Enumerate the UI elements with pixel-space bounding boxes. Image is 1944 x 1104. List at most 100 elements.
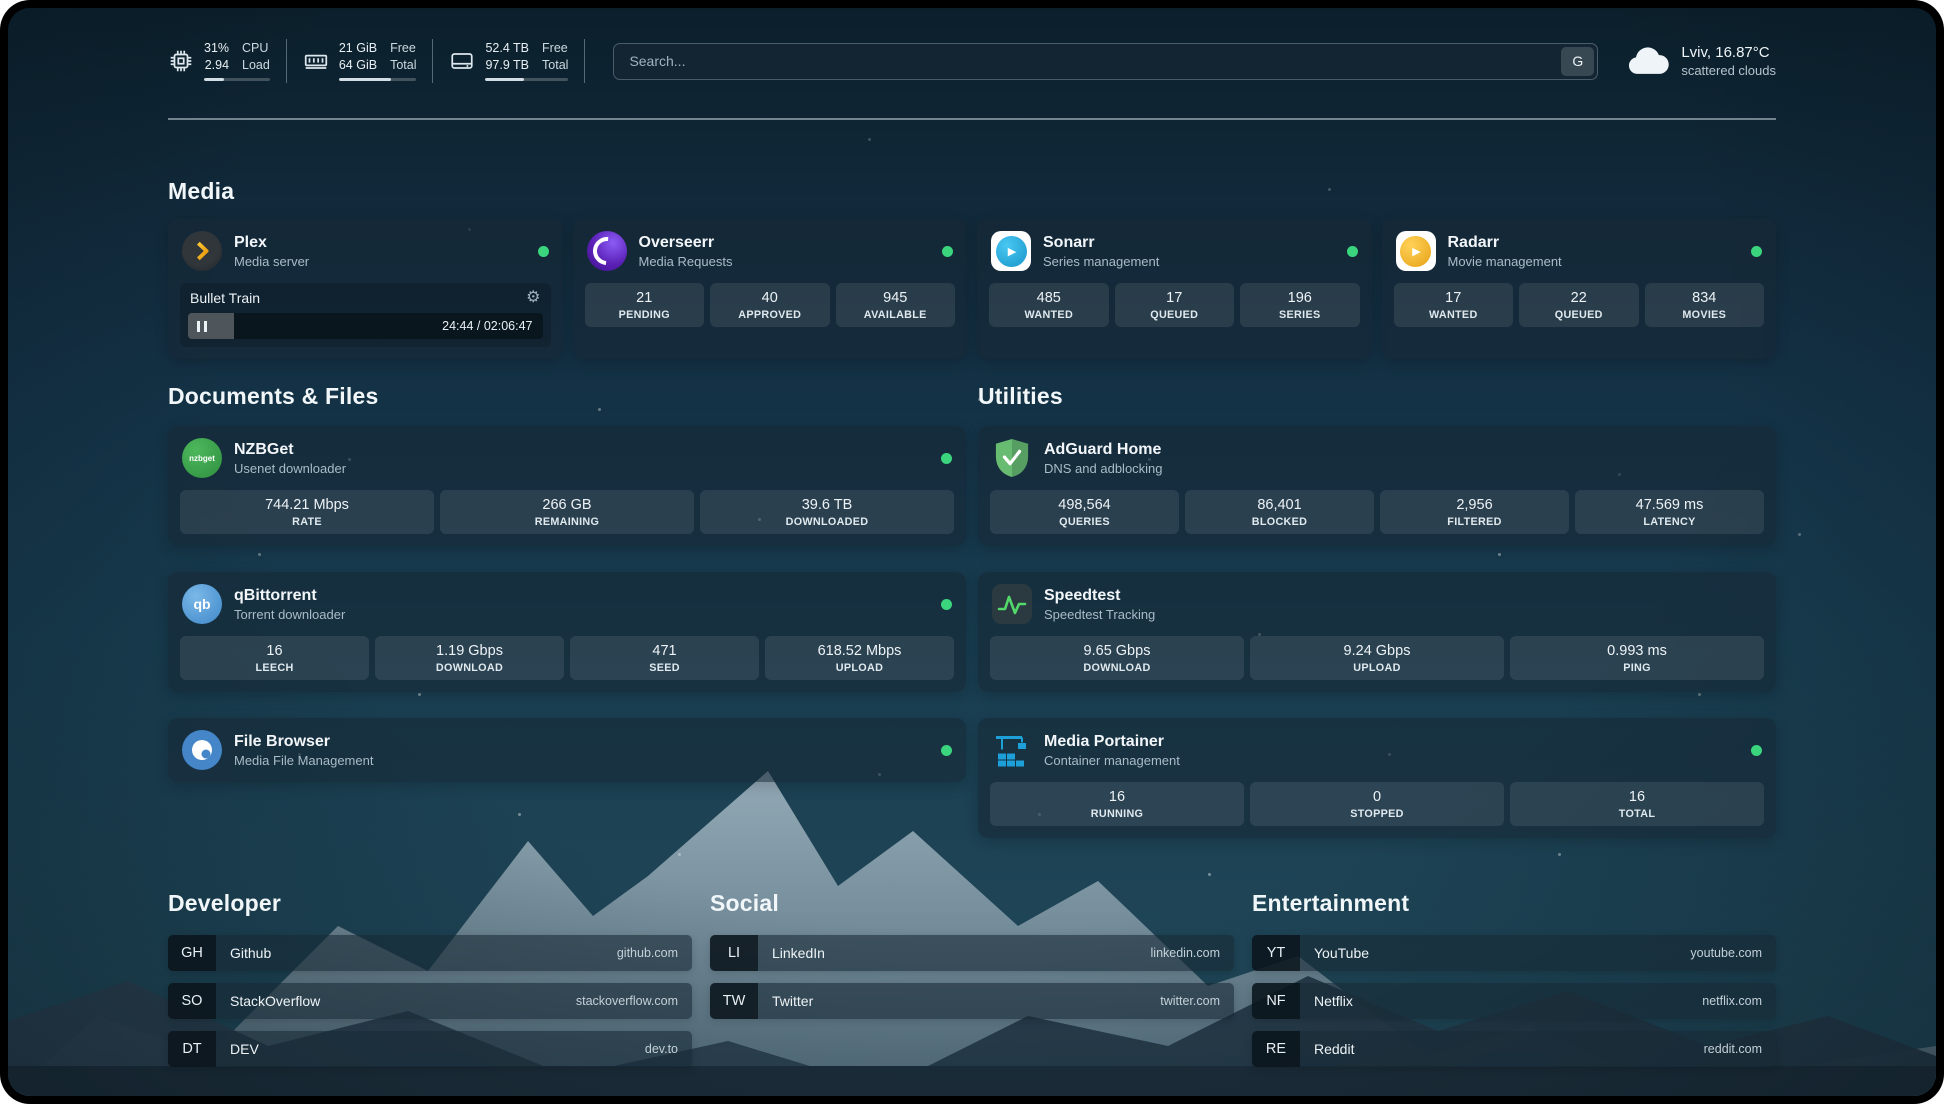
status-dot	[941, 745, 952, 756]
bookmark-url: github.com	[617, 946, 692, 960]
bookmark-linkedin[interactable]: LI LinkedIn linkedin.com	[710, 935, 1234, 971]
service-subtitle: DNS and adblocking	[1044, 461, 1163, 476]
middle-columns: Documents & Files nzbget NZBGet Usenet d…	[168, 383, 1776, 838]
bookmark-abbr: RE	[1252, 1031, 1300, 1067]
service-stats: 21PENDING 40APPROVED 945AVAILABLE	[573, 283, 968, 339]
cpu-percent: 31%	[204, 41, 229, 57]
service-card-adguard[interactable]: AdGuard Home DNS and adblocking 498,564Q…	[978, 426, 1776, 546]
service-card-qbittorrent[interactable]: qb qBittorrent Torrent downloader 16LEEC…	[168, 572, 966, 692]
memory-total-value: 64 GiB	[339, 58, 377, 74]
section-title-documents: Documents & Files	[168, 383, 966, 410]
bookmark-url: dev.to	[645, 1042, 692, 1056]
bookmark-twitter[interactable]: TW Twitter twitter.com	[710, 983, 1234, 1019]
bookmark-reddit[interactable]: RE Reddit reddit.com	[1252, 1031, 1776, 1067]
plex-now-playing: Bullet Train ⚙ 24:44 / 02:06:47	[180, 283, 551, 347]
service-card-overseerr[interactable]: Overseerr Media Requests 21PENDING 40APP…	[573, 219, 968, 359]
service-name: Radarr	[1448, 234, 1562, 252]
search-bar: G	[613, 43, 1598, 80]
service-stats: 16LEECH 1.19 GbpsDOWNLOAD 471SEED 618.52…	[168, 636, 966, 692]
section-title-social: Social	[710, 890, 1234, 917]
disk-total-label: Total	[542, 58, 568, 74]
memory-total-label: Total	[390, 58, 416, 74]
playback-progress-bar[interactable]: 24:44 / 02:06:47	[188, 313, 543, 339]
weather-widget[interactable]: Lviv, 16.87°C scattered clouds	[1625, 44, 1776, 78]
stat-box: 471SEED	[570, 636, 759, 680]
stat-box: 16LEECH	[180, 636, 369, 680]
stat-box: 17QUEUED	[1115, 283, 1235, 327]
plex-icon	[182, 231, 222, 271]
stat-box: 266 GBREMAINING	[440, 490, 694, 534]
bookmark-name: DEV	[216, 1041, 259, 1057]
bookmark-youtube[interactable]: YT YouTube youtube.com	[1252, 935, 1776, 971]
stat-box: 16RUNNING	[990, 782, 1244, 826]
playback-progress-fill	[188, 313, 234, 339]
disk-free-label: Free	[542, 41, 568, 57]
settings-gear-icon[interactable]: ⚙	[526, 290, 540, 306]
bookmark-name: StackOverflow	[216, 993, 320, 1009]
bookmarks-area: Developer GH Github github.com SO StackO…	[168, 890, 1776, 1079]
stat-box: 834MOVIES	[1645, 283, 1765, 327]
stat-box: 47.569 msLATENCY	[1575, 490, 1764, 534]
status-dot	[1751, 745, 1762, 756]
media-card-row: Plex Media server Bullet Train ⚙	[168, 219, 1776, 359]
disk-widget: 52.4 TB Free 97.9 TB Total	[449, 39, 585, 83]
stat-box: 945AVAILABLE	[836, 283, 956, 327]
now-playing-title: Bullet Train	[190, 290, 260, 306]
documents-column: Documents & Files nzbget NZBGet Usenet d…	[168, 383, 966, 782]
section-title-entertainment: Entertainment	[1252, 890, 1776, 917]
bookmark-url: youtube.com	[1690, 946, 1776, 960]
memory-icon	[303, 48, 329, 74]
service-card-plex[interactable]: Plex Media server Bullet Train ⚙	[168, 219, 563, 359]
stat-box: 196SERIES	[1240, 283, 1360, 327]
bookmark-abbr: TW	[710, 983, 758, 1019]
bookmark-name: Netflix	[1300, 993, 1353, 1009]
memory-free-label: Free	[390, 41, 416, 57]
service-card-speedtest[interactable]: Speedtest Speedtest Tracking 9.65 GbpsDO…	[978, 572, 1776, 692]
service-card-sonarr[interactable]: ▶ Sonarr Series management 485WANTED 17Q…	[977, 219, 1372, 359]
social-bookmarks: Social LI LinkedIn linkedin.com TW Twitt…	[710, 890, 1234, 1079]
bookmark-name: Reddit	[1300, 1041, 1354, 1057]
service-name: Sonarr	[1043, 234, 1159, 252]
sonarr-icon: ▶	[991, 231, 1031, 271]
bookmark-url: netflix.com	[1702, 994, 1776, 1008]
bookmark-url: twitter.com	[1160, 994, 1234, 1008]
stat-box: 21PENDING	[585, 283, 705, 327]
cpu-label: CPU	[242, 41, 268, 57]
stat-box: 1.19 GbpsDOWNLOAD	[375, 636, 564, 680]
nzbget-icon: nzbget	[182, 438, 222, 478]
service-name: Media Portainer	[1044, 733, 1180, 751]
service-subtitle: Speedtest Tracking	[1044, 607, 1155, 622]
service-card-nzbget[interactable]: nzbget NZBGet Usenet downloader 744.21 M…	[168, 426, 966, 546]
stat-box: 9.24 GbpsUPLOAD	[1250, 636, 1504, 680]
memory-free-value: 21 GiB	[339, 41, 377, 57]
stat-box: 0STOPPED	[1250, 782, 1504, 826]
service-card-filebrowser[interactable]: File Browser Media File Management	[168, 718, 966, 782]
service-name: qBittorrent	[234, 587, 345, 605]
adguard-icon	[992, 438, 1032, 478]
overseerr-icon	[587, 231, 627, 271]
service-name: File Browser	[234, 733, 373, 751]
bookmark-github[interactable]: GH Github github.com	[168, 935, 692, 971]
service-card-radarr[interactable]: ▶ Radarr Movie management 17WANTED 22QUE…	[1382, 219, 1777, 359]
status-dot	[1347, 246, 1358, 257]
service-stats: 17WANTED 22QUEUED 834MOVIES	[1382, 283, 1777, 339]
service-card-portainer[interactable]: Media Portainer Container management 16R…	[978, 718, 1776, 838]
bookmark-stackoverflow[interactable]: SO StackOverflow stackoverflow.com	[168, 983, 692, 1019]
service-name: Speedtest	[1044, 587, 1155, 605]
bookmark-netflix[interactable]: NF Netflix netflix.com	[1252, 983, 1776, 1019]
disk-bar	[485, 78, 568, 81]
stat-box: 0.993 msPING	[1510, 636, 1764, 680]
bookmark-abbr: GH	[168, 935, 216, 971]
service-stats: 498,564QUERIES 86,401BLOCKED 2,956FILTER…	[978, 490, 1776, 546]
bookmark-dev[interactable]: DT DEV dev.to	[168, 1031, 692, 1067]
service-stats: 16RUNNING 0STOPPED 16TOTAL	[978, 782, 1776, 838]
bookmark-abbr: DT	[168, 1031, 216, 1067]
stat-box: 40APPROVED	[710, 283, 830, 327]
memory-widget: 21 GiB Free 64 GiB Total	[303, 39, 434, 83]
search-input[interactable]	[617, 47, 1561, 76]
search-engine-button[interactable]: G	[1561, 47, 1594, 76]
entertainment-bookmarks: Entertainment YT YouTube youtube.com NF …	[1252, 890, 1776, 1079]
pause-icon[interactable]	[197, 321, 207, 332]
service-stats: 485WANTED 17QUEUED 196SERIES	[977, 283, 1372, 339]
bookmark-abbr: SO	[168, 983, 216, 1019]
